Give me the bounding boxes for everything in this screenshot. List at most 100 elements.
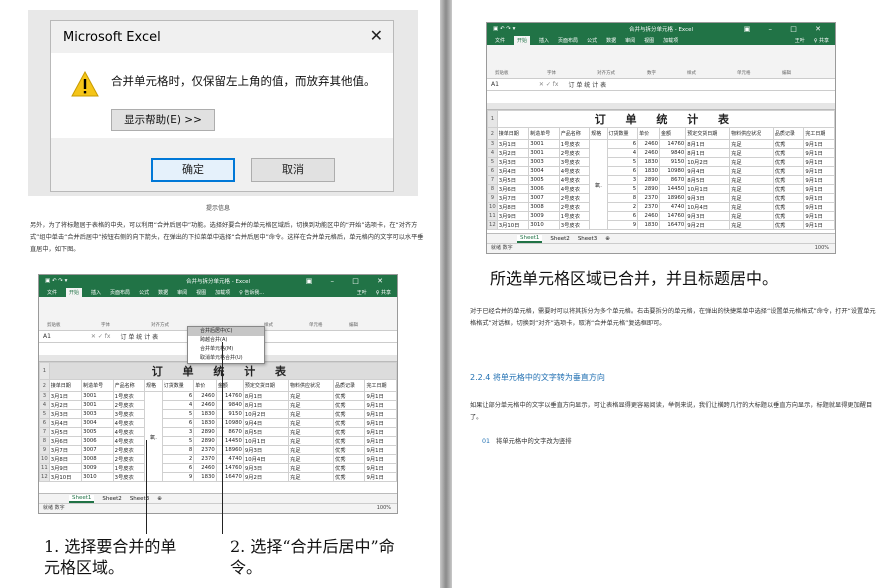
header-cell[interactable]: 订货数量 (161, 379, 195, 392)
data-cell[interactable]: 优秀 (333, 436, 366, 446)
tab-review[interactable]: 审阅 (177, 289, 187, 296)
header-cell[interactable]: 接单日期 (48, 379, 83, 392)
data-cell[interactable]: 充足 (287, 391, 335, 401)
data-cell[interactable]: 9月4日 (685, 166, 731, 176)
data-cell[interactable]: 2460 (637, 148, 660, 158)
tell-me[interactable]: ♀ 告诉我... (239, 289, 264, 296)
data-cell[interactable]: 3 (606, 175, 639, 185)
data-cell[interactable]: 3009 (81, 463, 114, 473)
data-cell[interactable]: 10月4日 (685, 202, 731, 212)
data-cell[interactable]: 充足 (729, 166, 774, 176)
data-cell[interactable]: 1号皮衣 (112, 391, 146, 401)
data-cell[interactable]: 充足 (729, 211, 774, 221)
data-cell[interactable]: 3月8日 (48, 454, 83, 464)
data-cell[interactable]: 3月4日 (48, 418, 83, 428)
data-cell[interactable]: 10月2日 (685, 157, 731, 167)
data-cell[interactable]: 充足 (287, 418, 335, 428)
data-cell[interactable]: 优秀 (772, 220, 805, 230)
tab-home[interactable]: 开始 (66, 287, 83, 297)
menu-unmerge[interactable]: 取消单元格合并(U) (188, 354, 264, 363)
data-cell[interactable]: 优秀 (333, 427, 366, 437)
data-cell[interactable]: 14760 (658, 211, 687, 221)
data-cell[interactable]: 5 (161, 436, 195, 446)
header-cell[interactable]: 完工日期 (803, 127, 835, 140)
data-cell[interactable]: 优秀 (772, 166, 805, 176)
sheet-tab-1-r[interactable]: Sheet1 (517, 234, 543, 243)
data-cell[interactable]: 2号皮衣 (558, 193, 591, 203)
data-cell[interactable]: 3010 (81, 472, 114, 482)
tab-formulas[interactable]: 公式 (139, 289, 149, 296)
data-cell[interactable]: 1830 (637, 166, 660, 176)
data-cell[interactable]: 9月1日 (364, 463, 397, 473)
data-cell[interactable]: 9月1日 (364, 445, 397, 455)
data-cell[interactable]: 9月1日 (803, 202, 835, 212)
data-cell[interactable]: 2号皮衣 (112, 445, 146, 455)
share-button-r[interactable]: ♀ 共享 (814, 37, 829, 44)
data-cell[interactable]: 优秀 (333, 454, 366, 464)
data-cell[interactable]: 充足 (287, 409, 335, 419)
header-cell[interactable]: 预定交货日期 (685, 127, 731, 140)
data-cell[interactable]: 9月3日 (242, 445, 289, 455)
data-cell[interactable]: 10980 (658, 166, 687, 176)
data-cell[interactable]: 9月1日 (364, 436, 397, 446)
share-button[interactable]: ♀ 共享 (376, 289, 391, 296)
close-icon[interactable]: ✕ (370, 26, 383, 45)
data-cell[interactable]: 5 (606, 184, 639, 194)
data-cell[interactable]: 优秀 (333, 445, 366, 455)
data-cell[interactable]: 充足 (287, 436, 335, 446)
data-cell[interactable]: 1830 (637, 220, 660, 230)
data-cell[interactable]: 3 (161, 427, 195, 437)
data-cell[interactable]: 3月3日 (48, 409, 83, 419)
data-cell[interactable]: 8月1日 (242, 391, 289, 401)
data-cell[interactable]: 9月1日 (803, 175, 835, 185)
data-cell[interactable]: 9月1日 (803, 193, 835, 203)
order-table[interactable]: 1订 单 统 计 表2接单日期制造单号产品名称规格订货数量单价金额预定交货日期物… (39, 362, 397, 482)
data-cell[interactable]: 14760 (215, 463, 244, 473)
data-cell[interactable]: 8月1日 (685, 148, 731, 158)
data-cell[interactable]: 2 (606, 202, 639, 212)
data-cell[interactable]: 5 (606, 157, 639, 167)
data-cell[interactable]: 充足 (729, 202, 774, 212)
data-cell[interactable]: 3月7日 (48, 445, 83, 455)
data-cell[interactable]: 6 (161, 418, 195, 428)
data-cell[interactable]: 14450 (215, 436, 244, 446)
data-cell[interactable]: 9 (606, 220, 639, 230)
tab-view-r[interactable]: 视图 (644, 37, 654, 44)
header-cell[interactable]: 制造单号 (81, 379, 114, 392)
data-cell[interactable]: 2370 (637, 202, 660, 212)
zoom-level-r[interactable]: 100% (815, 244, 829, 253)
data-cell[interactable]: 2890 (193, 427, 217, 437)
data-cell[interactable]: 9840 (215, 400, 244, 410)
data-cell[interactable]: 优秀 (772, 184, 805, 194)
data-cell[interactable]: 3月5日 (496, 175, 530, 185)
header-cell[interactable]: 接单日期 (496, 127, 530, 140)
data-cell[interactable]: 优秀 (333, 409, 366, 419)
data-cell[interactable]: 1830 (193, 409, 217, 419)
data-cell[interactable]: 9150 (658, 157, 687, 167)
data-cell[interactable]: 优秀 (333, 472, 366, 482)
data-cell[interactable]: 6 (161, 391, 195, 401)
data-cell[interactable]: 6 (606, 211, 639, 221)
data-cell[interactable]: 1830 (193, 472, 217, 482)
data-cell[interactable]: 3008 (81, 454, 114, 464)
data-cell[interactable]: 8 (606, 193, 639, 203)
data-cell[interactable]: 1830 (193, 418, 217, 428)
data-cell[interactable]: 14760 (215, 391, 244, 401)
data-cell[interactable]: 3001 (528, 139, 560, 149)
data-cell[interactable]: 8 (161, 445, 195, 455)
data-cell[interactable]: 2号皮衣 (558, 202, 591, 212)
data-cell[interactable]: 9月2日 (685, 220, 731, 230)
data-cell[interactable]: 优秀 (772, 148, 805, 158)
tab-file-r[interactable]: 文件 (495, 37, 505, 44)
tab-addins[interactable]: 加载项 (215, 289, 230, 296)
data-cell[interactable]: 3号皮衣 (112, 472, 146, 482)
data-cell[interactable]: 2890 (637, 175, 660, 185)
data-cell[interactable]: 3月9日 (496, 211, 530, 221)
add-sheet-icon-r[interactable]: ⊕ (605, 236, 610, 242)
header-cell[interactable]: 品质记录 (772, 127, 805, 140)
tab-insert[interactable]: 插入 (91, 289, 101, 296)
data-cell[interactable]: 充足 (729, 157, 774, 167)
data-cell[interactable]: 9月1日 (803, 148, 835, 158)
name-box[interactable]: A1 (43, 333, 51, 340)
data-cell[interactable]: 3月5日 (48, 427, 83, 437)
